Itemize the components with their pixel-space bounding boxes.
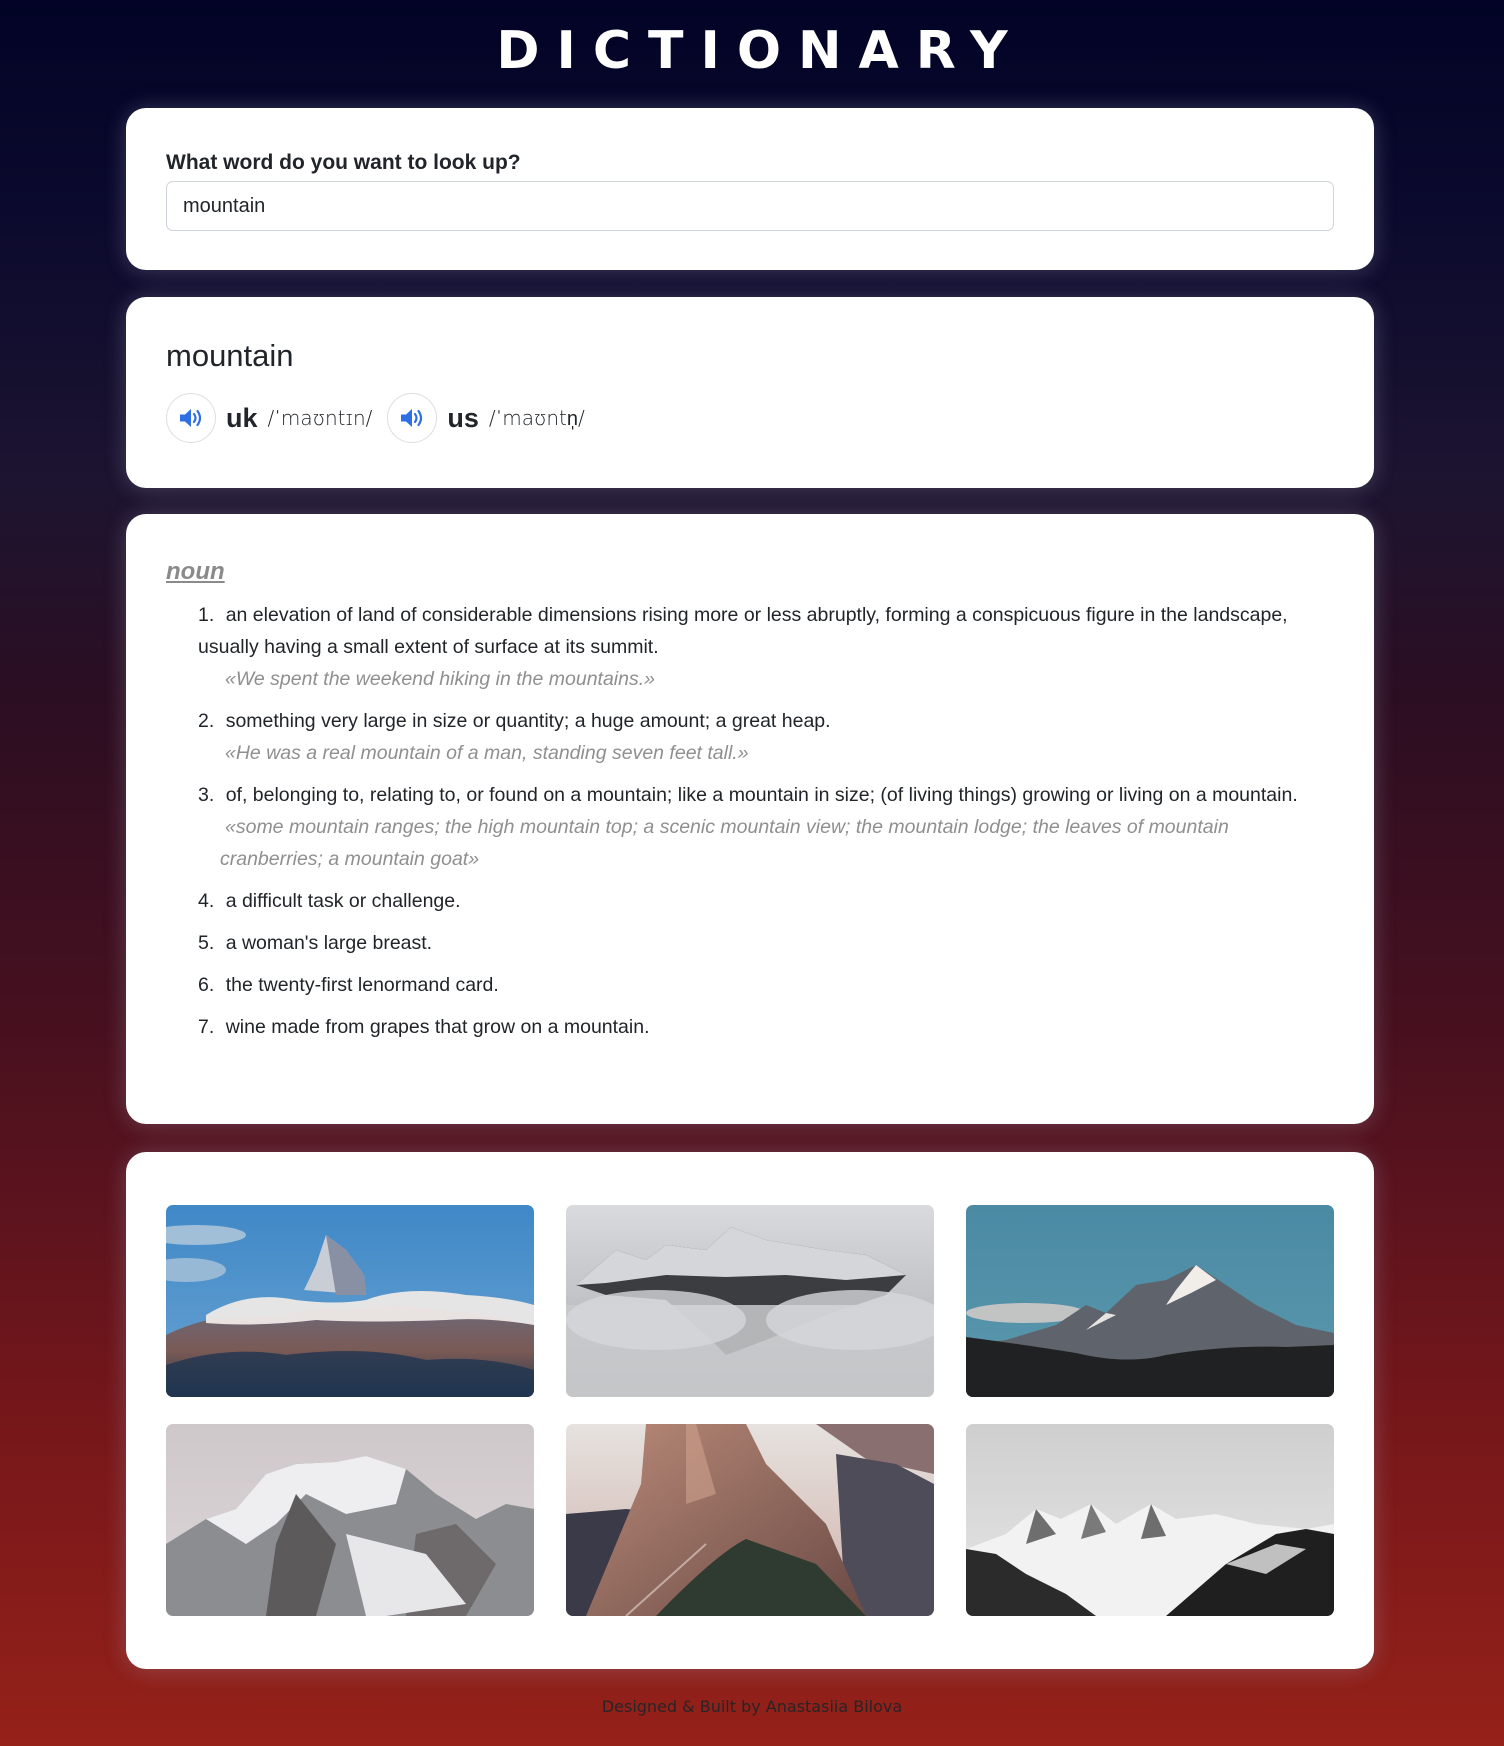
search-input[interactable]: [166, 181, 1334, 231]
word-card: mountain uk /ˈmaʊntɪn/ us /ˈmaʊntn̩/: [126, 297, 1374, 488]
definition-item: 2. something very large in size or quant…: [198, 705, 1318, 769]
mountain-photo: [566, 1205, 934, 1397]
photo-link[interactable]: [566, 1205, 934, 1397]
definition-item: 5. a woman's large breast.: [198, 927, 1318, 959]
app-title: DICTIONARY: [496, 21, 1025, 81]
author-link[interactable]: Anastasiia Bilova: [766, 1697, 902, 1716]
photos-card: [126, 1152, 1374, 1669]
definition-item: 3. of, belonging to, relating to, or fou…: [198, 779, 1318, 875]
photo-link[interactable]: [966, 1424, 1334, 1616]
transcription: /ˈmaʊntn̩/: [488, 405, 585, 430]
definition-item: 4. a difficult task or challenge.: [198, 885, 1318, 917]
definition-text: something very large in size or quantity…: [225, 710, 831, 732]
mountain-photo: [966, 1205, 1334, 1397]
photo-grid: [166, 1205, 1334, 1616]
accent-label: uk: [226, 402, 258, 433]
definition-number: 5.: [198, 932, 215, 954]
definition-number: 3.: [198, 784, 215, 806]
definition-number: 2.: [198, 710, 215, 732]
definition-text: an elevation of land of considerable dim…: [198, 604, 1288, 658]
transcription: /ˈmaʊntɪn/: [267, 405, 373, 430]
definition-item: 6. the twenty-first lenormand card.: [198, 969, 1318, 1001]
definition-text: a difficult task or challenge.: [225, 890, 461, 912]
definition-number: 1.: [198, 604, 215, 626]
play-audio-uk-button[interactable]: [166, 393, 216, 443]
part-of-speech: noun: [166, 558, 225, 585]
definition-item: 1. an elevation of land of considerable …: [198, 599, 1318, 695]
definition-text: of, belonging to, relating to, or found …: [225, 784, 1298, 806]
search-card: What word do you want to look up?: [126, 108, 1374, 270]
footer-prefix: Designed & Built by: [601, 1697, 766, 1716]
meaning-card: noun 1. an elevation of land of consider…: [126, 514, 1374, 1124]
play-audio-us-button[interactable]: [387, 393, 438, 443]
phonetic-uk: uk /ˈmaʊntɪn/: [166, 393, 372, 443]
footer: Designed & Built by Anastasiia Bilova: [0, 1697, 1504, 1716]
speaker-icon: [180, 409, 202, 427]
photo-link[interactable]: [166, 1205, 534, 1397]
definition-number: 7.: [198, 1016, 215, 1038]
phonetic-us: us /ˈmaʊntn̩/: [387, 393, 585, 443]
mountain-photo: [166, 1424, 534, 1616]
definition-text: the twenty-first lenormand card.: [225, 974, 499, 996]
phonetics-row: uk /ˈmaʊntɪn/ us /ˈmaʊntn̩/: [166, 393, 600, 443]
definition-number: 4.: [198, 890, 215, 912]
definition-number: 6.: [198, 974, 215, 996]
definition-item: 7. wine made from grapes that grow on a …: [198, 1011, 1318, 1043]
mountain-photo: [566, 1424, 934, 1616]
search-label: What word do you want to look up?: [166, 151, 521, 174]
photo-link[interactable]: [966, 1205, 1334, 1397]
photo-link[interactable]: [566, 1424, 934, 1616]
mountain-photo: [966, 1424, 1334, 1616]
definitions-list: 1. an elevation of land of considerable …: [198, 599, 1318, 1053]
speaker-icon: [401, 409, 423, 427]
definition-example: «some mountain ranges; the high mountain…: [220, 816, 1229, 870]
definition-example: «We spent the weekend hiking in the moun…: [225, 668, 655, 690]
mountain-photo: [166, 1205, 534, 1397]
photo-link[interactable]: [166, 1424, 534, 1616]
definition-text: wine made from grapes that grow on a mou…: [225, 1016, 650, 1038]
word-title: mountain: [166, 338, 294, 373]
definition-example: «He was a real mountain of a man, standi…: [225, 742, 749, 764]
accent-label: us: [447, 402, 479, 433]
definition-text: a woman's large breast.: [225, 932, 433, 954]
